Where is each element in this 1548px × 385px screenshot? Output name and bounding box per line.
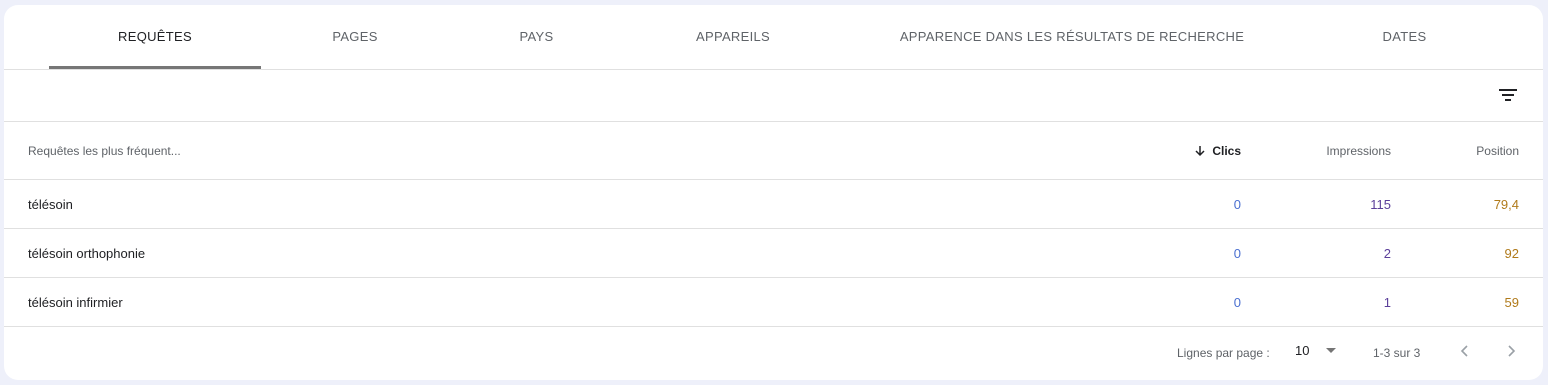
tab-bar: REQUÊTES PAGES PAYS APPAREILS APPARENCE … — [4, 5, 1543, 70]
clicks-cell: 0 — [1233, 245, 1241, 261]
queries-table: Requêtes les plus fréquent... Clics Impr… — [4, 122, 1543, 327]
rows-per-page-select[interactable]: 10 — [1295, 343, 1337, 358]
table-row[interactable]: télésoin 0 115 79,4 — [4, 180, 1543, 229]
impressions-cell: 2 — [1383, 245, 1391, 261]
performance-card: REQUÊTES PAGES PAYS APPAREILS APPARENCE … — [4, 5, 1543, 380]
query-cell: télésoin — [28, 196, 73, 212]
clicks-cell: 0 — [1233, 196, 1241, 212]
next-page-button[interactable] — [1501, 342, 1521, 362]
rows-per-page-label: Lignes par page : — [1177, 346, 1270, 360]
position-cell: 79,4 — [1493, 196, 1519, 212]
impressions-cell: 115 — [1370, 196, 1391, 212]
rows-per-page-value: 10 — [1295, 343, 1310, 358]
chevron-right-icon — [1506, 344, 1516, 361]
query-cell: télésoin orthophonie — [28, 245, 146, 261]
impressions-cell: 1 — [1383, 294, 1391, 310]
chevron-left-icon — [1460, 344, 1470, 361]
query-cell: télésoin infirmier — [28, 294, 123, 310]
table-row[interactable]: télésoin infirmier 0 1 59 — [4, 278, 1543, 327]
dropdown-arrow-icon — [1325, 344, 1337, 358]
column-header-query[interactable]: Requêtes les plus fréquent... — [28, 122, 181, 179]
tab-countries[interactable]: PAYS — [449, 5, 624, 68]
clicks-cell: 0 — [1233, 294, 1241, 310]
page-range: 1-3 sur 3 — [1373, 346, 1421, 360]
tab-search-appearance[interactable]: APPARENCE DANS LES RÉSULTATS DE RECHERCH… — [842, 5, 1302, 68]
tab-dates[interactable]: DATES — [1302, 5, 1507, 68]
column-header-impressions[interactable]: Impressions — [1326, 122, 1391, 179]
tab-queries[interactable]: REQUÊTES — [49, 5, 261, 68]
pagination-bar: Lignes par page : 10 1-3 sur 3 — [4, 327, 1543, 377]
table-header-row: Requêtes les plus fréquent... Clics Impr… — [4, 122, 1543, 180]
column-header-clicks[interactable]: Clics — [1194, 122, 1241, 179]
tab-devices[interactable]: APPAREILS — [624, 5, 842, 68]
arrow-down-icon — [1194, 145, 1206, 157]
column-header-position[interactable]: Position — [1476, 122, 1519, 179]
filter-bar — [4, 69, 1543, 122]
column-header-clicks-label: Clics — [1212, 143, 1241, 158]
position-cell: 59 — [1504, 294, 1519, 310]
tab-pages[interactable]: PAGES — [261, 5, 449, 68]
filter-icon[interactable] — [1497, 85, 1521, 105]
position-cell: 92 — [1504, 245, 1519, 261]
table-row[interactable]: télésoin orthophonie 0 2 92 — [4, 229, 1543, 278]
previous-page-button[interactable] — [1455, 342, 1475, 362]
